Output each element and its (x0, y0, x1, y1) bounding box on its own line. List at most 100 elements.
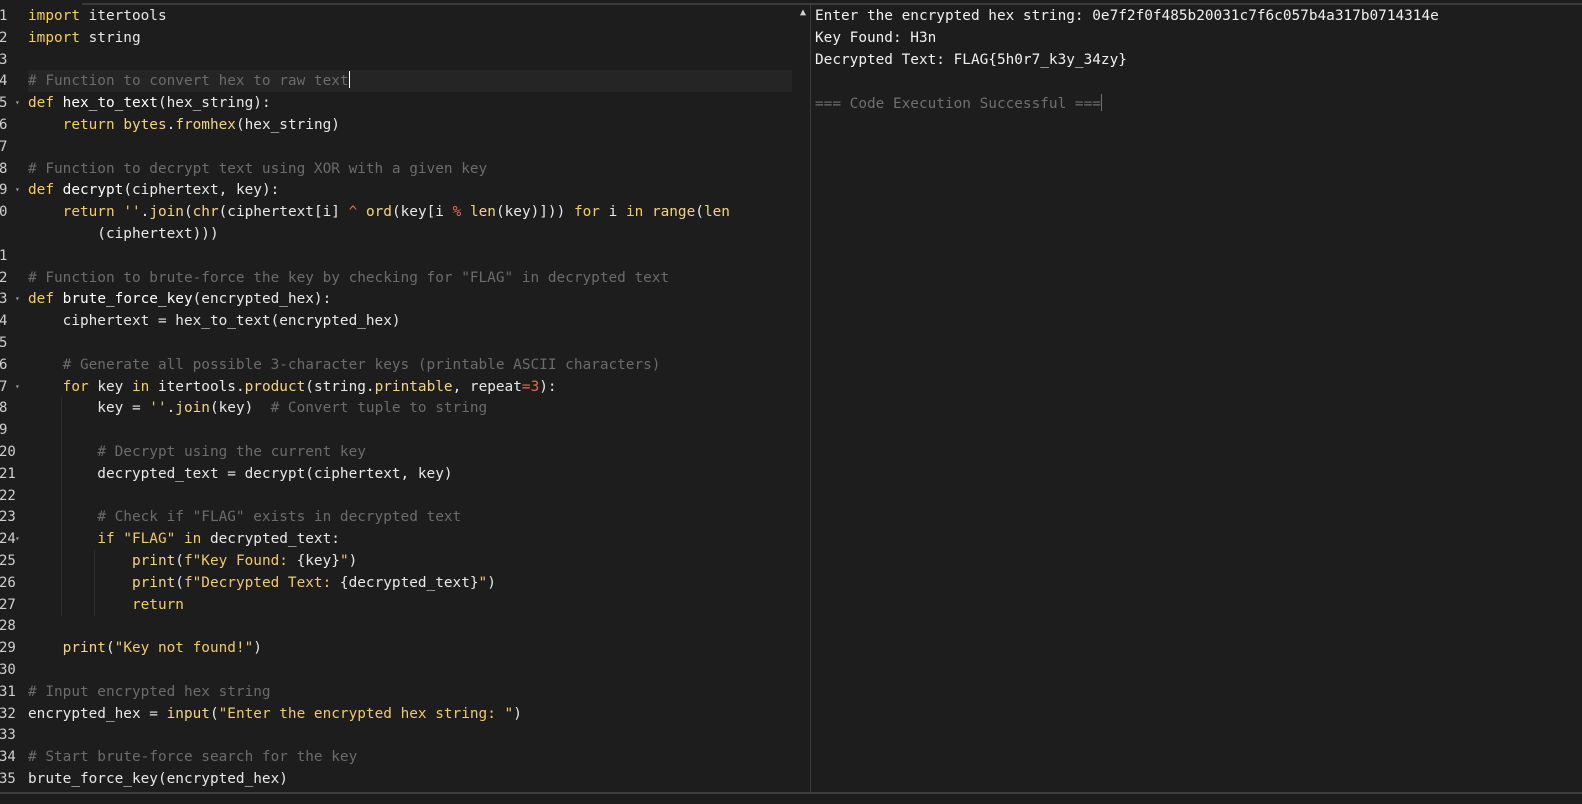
code-text[interactable]: return bytes.fromhex(hex_string) (28, 114, 792, 136)
code-line[interactable]: 35 brute_force_key(encrypted_hex) (0, 768, 810, 790)
line-number: 21 (0, 465, 16, 482)
code-text[interactable]: encrypted_hex = input("Enter the encrypt… (28, 703, 792, 725)
output-console: Enter the encrypted hex string: 0e7f2f0f… (815, 5, 1575, 795)
code-line[interactable]: 3 ▾ def brute_force_key(encrypted_hex): (0, 288, 810, 310)
code-line[interactable]: 34 # Start brute-force search for the key (0, 746, 810, 768)
code-token: (hex_string): (157, 95, 271, 112)
code-token: import (28, 8, 80, 24)
code-line[interactable]: 7 (0, 136, 810, 158)
line-number: 33 (0, 727, 16, 744)
code-line[interactable]: 30 (0, 659, 810, 681)
code-text[interactable]: import itertools (28, 5, 792, 27)
code-line[interactable]: 1 import itertools (0, 5, 810, 27)
code-line[interactable]: 23 # Check if "FLAG" exists in decrypted… (0, 506, 810, 529)
panel-divider[interactable] (810, 5, 811, 795)
code-line[interactable]: 4 # Function to convert hex to raw text (0, 70, 810, 93)
code-line[interactable]: 25 print(f"Key Found: {key}") (0, 550, 810, 572)
code-line[interactable]: 7 ▾ for key in itertools.product(string.p… (0, 376, 810, 398)
code-text[interactable] (28, 245, 792, 267)
code-line[interactable]: 21 decrypted_text = decrypt(ciphertext, … (0, 462, 810, 485)
code-line[interactable]: 8 # Function to decrypt text using XOR wi… (0, 158, 810, 180)
code-text[interactable]: print("Key not found!") (28, 637, 792, 659)
code-token: (ciphertext))) (28, 226, 219, 242)
code-text[interactable]: # Function to brute-force the key by che… (28, 267, 792, 289)
code-line[interactable]: 3 (0, 49, 810, 71)
code-line[interactable]: 9 (0, 419, 810, 442)
code-text[interactable]: def brute_force_key(encrypted_hex): (28, 288, 792, 310)
line-number: 28 (0, 618, 16, 635)
code-line[interactable]: 28 (0, 615, 810, 637)
code-line[interactable]: 9 ▾ def decrypt(ciphertext, key): (0, 179, 810, 201)
code-text[interactable] (28, 136, 792, 158)
code-text[interactable] (28, 419, 792, 442)
code-text[interactable]: # Generate all possible 3-character keys… (28, 354, 792, 376)
code-line[interactable]: 26 print(f"Decrypted Text: {decrypted_te… (0, 571, 810, 594)
code-line[interactable]: 20 # Decrypt using the current key (0, 441, 810, 463)
code-text[interactable]: if "FLAG" in decrypted_text: (28, 528, 792, 551)
code-token: (hex_string) (235, 117, 340, 133)
code-text[interactable]: def decrypt(ciphertext, key): (28, 179, 792, 201)
code-text[interactable] (28, 49, 792, 71)
fold-arrow-icon[interactable]: ▾ (15, 376, 20, 398)
code-line[interactable]: 4 ciphertext = hex_to_text(encrypted_hex… (0, 310, 810, 332)
code-line[interactable]: 8 key = ''.join(key) # Convert tuple to … (0, 397, 810, 420)
code-line[interactable]: 22 (0, 484, 810, 507)
code-text[interactable]: return ''.join(chr(ciphertext[i] ^ ord(k… (28, 201, 792, 223)
code-line[interactable]: 24 ▾ if "FLAG" in decrypted_text: (0, 528, 810, 551)
code-text[interactable]: print(f"Key Found: {key}") (28, 550, 792, 572)
code-line[interactable]: 2 # Function to brute-force the key by ch… (0, 267, 810, 289)
code-text[interactable]: import string (28, 27, 792, 49)
code-line[interactable]: 6 # Generate all possible 3-character ke… (0, 354, 810, 376)
code-text[interactable]: print(f"Decrypted Text: {decrypted_text}… (28, 571, 792, 594)
code-line[interactable]: 1 (0, 245, 810, 267)
code-text[interactable]: key = ''.join(key) # Convert tuple to st… (28, 397, 792, 420)
code-line[interactable]: 5 ▾ def hex_to_text(hex_string): (0, 92, 810, 114)
code-text[interactable]: def hex_to_text(hex_string): (28, 92, 792, 114)
code-text[interactable] (28, 724, 792, 746)
code-line[interactable]: 29 print("Key not found!") (0, 637, 810, 659)
fold-arrow-icon[interactable]: ▾ (15, 288, 20, 310)
code-line[interactable]: 6 return bytes.fromhex(hex_string) (0, 114, 810, 136)
code-line[interactable]: 5 (0, 332, 810, 354)
code-text[interactable]: # Input encrypted hex string (28, 681, 792, 703)
code-token: (string. (305, 378, 375, 395)
code-line[interactable]: 2 import string (0, 27, 810, 49)
scroll-up-icon[interactable]: ▲ (800, 7, 806, 18)
code-token: itertools. (149, 378, 245, 395)
fold-arrow-icon[interactable]: ▾ (15, 92, 20, 114)
code-text[interactable] (28, 484, 792, 507)
code-token: import (28, 29, 80, 46)
code-text[interactable]: # Function to decrypt text using XOR wit… (28, 158, 792, 180)
code-line[interactable]: 32 encrypted_hex = input("Enter the encry… (0, 703, 810, 725)
fold-arrow-icon[interactable]: ▾ (15, 179, 20, 201)
code-text[interactable]: # Start brute-force search for the key (28, 746, 792, 768)
code-text[interactable]: return (28, 593, 792, 616)
code-text[interactable]: ciphertext = hex_to_text(encrypted_hex) (28, 310, 792, 332)
line-number: 35 (0, 771, 16, 787)
code-text[interactable]: decrypted_text = decrypt(ciphertext, key… (28, 462, 792, 485)
code-text[interactable]: for key in itertools.product(string.prin… (28, 376, 792, 398)
bottom-scrollbar[interactable] (0, 792, 1582, 804)
code-token: for (62, 378, 89, 395)
code-line[interactable]: 33 (0, 724, 810, 746)
code-token: bytes (123, 117, 167, 133)
fold-arrow-icon[interactable]: ▾ (15, 528, 20, 550)
code-text[interactable] (28, 615, 792, 637)
code-text[interactable]: (ciphertext))) (28, 223, 792, 245)
code-token: # Check if "FLAG" exists in decrypted te… (97, 509, 462, 526)
code-text[interactable] (28, 659, 792, 681)
code-text[interactable]: # Check if "FLAG" exists in decrypted te… (28, 506, 792, 529)
code-line[interactable]: 31 # Input encrypted hex string (0, 681, 810, 703)
code-text[interactable]: # Decrypt using the current key (28, 441, 792, 463)
code-line[interactable]: (ciphertext))) (0, 223, 810, 245)
code-line[interactable]: 0 return ''.join(chr(ciphertext[i] ^ ord… (0, 201, 810, 223)
code-text[interactable]: brute_force_key(encrypted_hex) (28, 768, 792, 790)
code-text[interactable] (28, 332, 792, 354)
line-number: 8 (0, 400, 8, 417)
code-text[interactable]: # Function to convert hex to raw text (28, 70, 792, 93)
code-editor[interactable]: 1 import itertools 2 import string 3 4 # Funct… (0, 5, 810, 795)
code-line[interactable]: 27 return (0, 593, 810, 616)
